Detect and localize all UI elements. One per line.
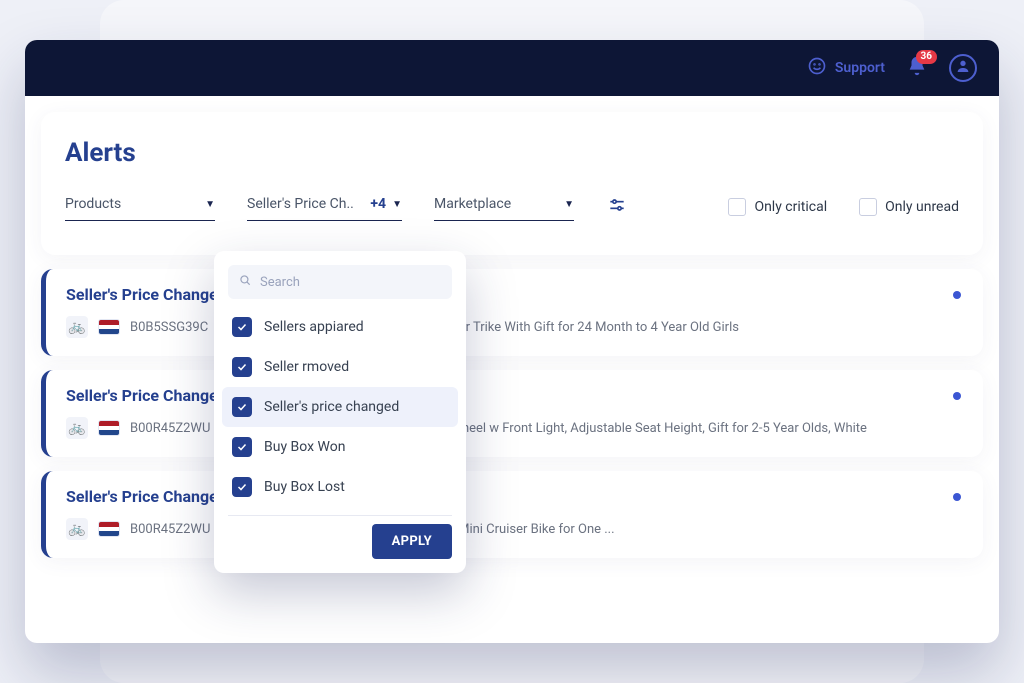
dropdown-option[interactable]: Buy Box Won	[222, 427, 458, 467]
alert-title: Seller's Price Change	[66, 285, 963, 304]
app-window: Support 36 Alerts Products ▼ Seller's Pr…	[25, 40, 999, 643]
dropdown-option[interactable]: Seller rmoved	[222, 347, 458, 387]
topbar: Support 36	[25, 40, 999, 96]
alert-title: Seller's Price Change	[66, 386, 963, 405]
alert-title: Seller's Price Change	[66, 487, 963, 506]
checkbox-checked-icon	[232, 477, 252, 497]
alert-meta: 🚲 B00R45Z2WU KRIDDO Baby Balance Bike 1-…	[66, 518, 963, 540]
support-label: Support	[835, 60, 885, 76]
product-thumbnail: 🚲	[66, 417, 88, 439]
checkbox-checked-icon	[232, 317, 252, 337]
dropdown-option[interactable]: Seller's price changed	[222, 387, 458, 427]
marketplace-select-label: Marketplace	[434, 196, 511, 212]
flag-netherlands-icon	[98, 420, 120, 436]
dropdown-option[interactable]: Buy Box Lost	[222, 467, 458, 507]
products-select-label: Products	[65, 196, 121, 212]
alert-desc: dler Trike With Gift for 24 Month to 4 Y…	[448, 320, 739, 335]
dropdown-option-label: Buy Box Won	[264, 439, 345, 455]
alert-sku: B0B5SSG39C	[130, 320, 208, 335]
advanced-filters-button[interactable]	[606, 196, 628, 218]
apply-button[interactable]: APPLY	[372, 524, 452, 559]
only-unread-label: Only unread	[885, 199, 959, 215]
filters-row: Products ▼ Seller's Price Ch.. +4 ▼ Mark…	[65, 192, 959, 221]
dropdown-search-input[interactable]: Search	[228, 265, 452, 299]
only-critical-label: Only critical	[754, 199, 827, 215]
user-avatar[interactable]	[949, 54, 977, 82]
checkbox-icon	[728, 198, 746, 216]
checkbox-checked-icon	[232, 357, 252, 377]
alert-sku: B00R45Z2WU	[130, 522, 210, 537]
support-button[interactable]: Support	[807, 56, 885, 80]
notification-badge: 36	[916, 50, 937, 64]
alert-sku: B00R45Z2WU	[130, 421, 210, 436]
chat-icon	[807, 56, 827, 80]
divider	[228, 515, 452, 516]
dropdown-search-placeholder: Search	[260, 275, 300, 290]
checkbox-checked-icon	[232, 437, 252, 457]
flag-netherlands-icon	[98, 521, 120, 537]
unread-dot-icon	[953, 493, 961, 501]
products-select[interactable]: Products ▼	[65, 192, 215, 221]
alert-type-count: +4	[370, 196, 386, 212]
alert-card[interactable]: Seller's Price Change 🚲 B0B5SSG39C dler …	[41, 269, 983, 356]
dropdown-option-label: Seller's price changed	[264, 399, 399, 415]
alert-card[interactable]: Seller's Price Change 🚲 B00R45Z2WU KRIDD…	[41, 471, 983, 558]
chevron-down-icon: ▼	[205, 199, 215, 210]
alert-card[interactable]: Seller's Price Change 🚲 B00R45Z2WU Wheel…	[41, 370, 983, 457]
chevron-down-icon: ▼	[564, 199, 574, 210]
notifications-button[interactable]: 36	[903, 54, 931, 82]
dropdown-option-label: Seller rmoved	[264, 359, 349, 375]
only-critical-checkbox[interactable]: Only critical	[728, 198, 827, 216]
user-icon	[955, 58, 971, 78]
alert-meta: 🚲 B00R45Z2WU Wheel w Front Light, Adjust…	[66, 417, 963, 439]
alert-meta: 🚲 B0B5SSG39C dler Trike With Gift for 24…	[66, 316, 963, 338]
sliders-icon	[607, 195, 627, 219]
dropdown-option-label: Sellers appiared	[264, 319, 364, 335]
filters-panel: Alerts Products ▼ Seller's Price Ch.. +4…	[41, 112, 983, 255]
dropdown-option-label: Buy Box Lost	[264, 479, 345, 495]
flag-netherlands-icon	[98, 319, 120, 335]
search-icon	[238, 273, 252, 291]
product-thumbnail: 🚲	[66, 316, 88, 338]
checkbox-icon	[859, 198, 877, 216]
chevron-down-icon: ▼	[392, 199, 402, 210]
page-title: Alerts	[65, 138, 959, 168]
dropdown-option[interactable]: Sellers appiared	[222, 307, 458, 347]
alert-type-dropdown: Search Sellers appiared Seller rmoved Se…	[214, 251, 466, 573]
alert-type-select[interactable]: Seller's Price Ch.. +4 ▼	[247, 192, 402, 221]
alert-type-select-label: Seller's Price Ch..	[247, 196, 354, 212]
marketplace-select[interactable]: Marketplace ▼	[434, 192, 574, 221]
unread-dot-icon	[953, 291, 961, 299]
checkbox-checked-icon	[232, 397, 252, 417]
unread-dot-icon	[953, 392, 961, 400]
product-thumbnail: 🚲	[66, 518, 88, 540]
alert-desc: Wheel w Front Light, Adjustable Seat Hei…	[450, 421, 867, 436]
only-unread-checkbox[interactable]: Only unread	[859, 198, 959, 216]
